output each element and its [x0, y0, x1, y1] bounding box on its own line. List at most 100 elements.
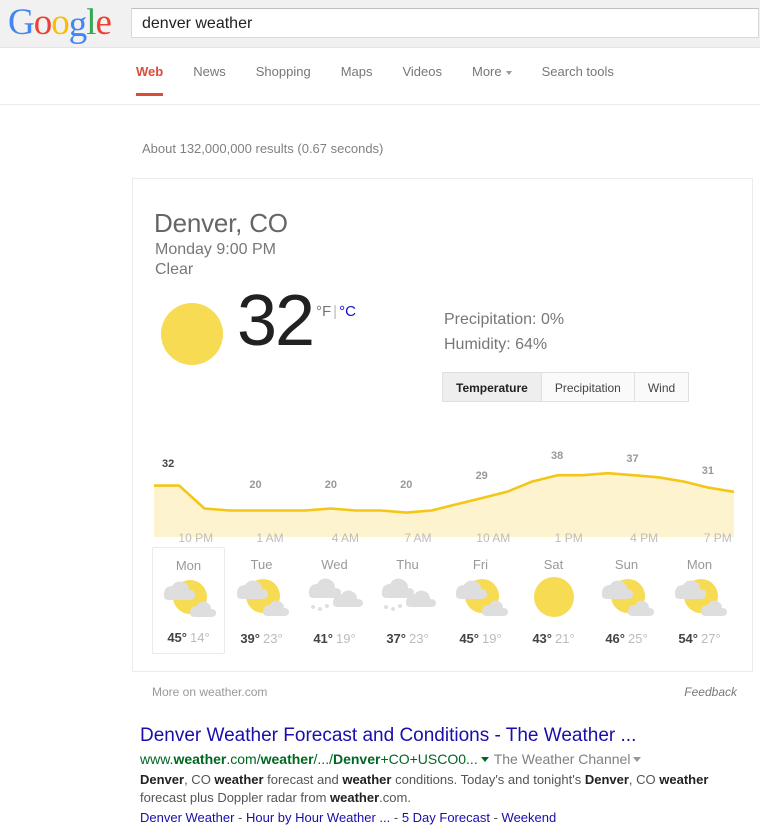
- forecast-day-fri-4[interactable]: Fri 45° 19°: [444, 547, 517, 654]
- url-segment: .com/: [226, 751, 261, 767]
- weather-card-footer: More on weather.com Feedback: [152, 685, 737, 701]
- snow-cloud-icon: [379, 575, 437, 619]
- daily-forecast-row: Mon 45° 14° Tue 39° 23° Wed 41° 19° Thu 37° 23° Fri 4…: [152, 547, 736, 654]
- chart-hour-tick: 10 PM: [178, 531, 214, 545]
- result-url[interactable]: www.weather.com/weather/.../Denver+CO+US…: [140, 751, 478, 767]
- snippet-segment: weather: [659, 772, 709, 787]
- tab-temperature[interactable]: Temperature: [442, 372, 542, 402]
- forecast-day-sat-5[interactable]: Sat 43° 21°: [517, 547, 590, 654]
- forecast-high: 39°: [240, 631, 260, 646]
- chart-point-label: 20: [400, 479, 413, 491]
- tab-search-tools[interactable]: Search tools: [542, 64, 614, 96]
- logo-letter-g1: G: [8, 2, 35, 43]
- chart-hour-tick: 4 AM: [331, 531, 360, 545]
- forecast-low: 23°: [409, 631, 429, 646]
- url-segment: weather: [173, 751, 227, 767]
- search-box[interactable]: [131, 8, 759, 39]
- tab-web[interactable]: Web: [136, 64, 164, 96]
- weather-condition: Clear: [155, 261, 194, 278]
- hourly-temperature-chart[interactable]: 32 20 20 20 29 38 37 31: [154, 445, 734, 545]
- snippet-segment: , CO: [628, 772, 660, 787]
- url-segment: /.../: [313, 751, 333, 767]
- logo-letter-o1: o: [33, 2, 52, 43]
- tab-news-label: News: [193, 64, 226, 79]
- tab-wind[interactable]: Wind: [634, 372, 690, 402]
- tab-videos[interactable]: Videos: [402, 64, 442, 96]
- unit-toggle[interactable]: °F | °C: [316, 303, 356, 320]
- tab-news[interactable]: News: [193, 64, 226, 96]
- forecast-day-name: Sun: [614, 557, 639, 572]
- forecast-high: 37°: [386, 631, 406, 646]
- snippet-segment: , CO: [184, 772, 215, 787]
- forecast-high: 54°: [678, 631, 698, 646]
- forecast-low: 21°: [555, 631, 575, 646]
- forecast-day-name: Fri: [472, 557, 489, 572]
- snippet-segment: .com.: [379, 790, 411, 805]
- result-sitelinks: Denver Weather - Hour by Hour Weather ..…: [140, 809, 750, 827]
- chart-point-label: 20: [324, 479, 338, 491]
- forecast-low: 23°: [263, 631, 283, 646]
- partly-cloudy-icon: [598, 575, 656, 619]
- feedback-link[interactable]: Feedback: [684, 685, 737, 699]
- snippet-segment: forecast plus Doppler radar from: [140, 790, 331, 805]
- forecast-day-tue-1[interactable]: Tue 39° 23°: [225, 547, 298, 654]
- result-source: The Weather Channel: [493, 751, 631, 767]
- chevron-down-icon: [505, 70, 512, 75]
- url-segment: Denver: [332, 751, 381, 767]
- forecast-high: 43°: [532, 631, 552, 646]
- more-on-weather-link[interactable]: More on weather.com: [152, 685, 267, 699]
- google-search-results-page: Google Web News Shopping Maps Videos Mor…: [0, 0, 760, 830]
- forecast-day-mon-0[interactable]: Mon 45° 14°: [152, 547, 225, 654]
- forecast-day-mon-7[interactable]: Mon 54° 27°: [663, 547, 736, 654]
- search-nav-items: Web News Shopping Maps Videos More Searc…: [136, 64, 644, 96]
- tab-videos-label: Videos: [402, 64, 442, 79]
- chart-point-label: 38: [550, 450, 564, 462]
- weather-location: Denver, CO: [154, 208, 288, 238]
- snippet-segment: weather: [214, 772, 264, 787]
- chart-point-label: 29: [475, 470, 488, 482]
- search-header: Google: [0, 0, 760, 48]
- tab-more[interactable]: More: [472, 64, 512, 96]
- chart-area-fill: [154, 473, 734, 537]
- forecast-low: 19°: [336, 631, 356, 646]
- tab-maps-label: Maps: [340, 64, 373, 79]
- weather-card: Denver, CO Monday 9:00 PM Clear 32 °F | °C…: [132, 178, 753, 672]
- tab-shopping[interactable]: Shopping: [256, 64, 311, 96]
- hourly-chart-svg: [154, 471, 734, 537]
- result-stats: About 132,000,000 results (0.67 seconds): [142, 141, 384, 156]
- chart-hour-tick: 7 PM: [703, 531, 732, 545]
- forecast-day-name: Mon: [686, 557, 713, 572]
- sitelink[interactable]: Hour by Hour Weather ...: [246, 810, 390, 825]
- tab-precipitation[interactable]: Precipitation: [541, 372, 635, 402]
- source-dropdown-icon[interactable]: [633, 757, 642, 763]
- forecast-day-thu-3[interactable]: Thu 37° 23°: [371, 547, 444, 654]
- precipitation-value: Precipitation: 0%: [444, 311, 565, 328]
- snow-cloud-icon: [306, 575, 364, 619]
- search-result: Denver Weather Forecast and Conditions -…: [140, 724, 750, 827]
- url-dropdown-icon[interactable]: [480, 757, 489, 763]
- sitelink[interactable]: Weekend: [502, 810, 557, 825]
- forecast-day-name: Tue: [250, 557, 273, 572]
- snippet-segment: forecast and: [263, 772, 343, 787]
- search-input[interactable]: [140, 9, 745, 39]
- logo-letter-l: l: [86, 2, 96, 43]
- partly-cloudy-icon: [233, 575, 291, 619]
- forecast-day-sun-6[interactable]: Sun 46° 25°: [590, 547, 663, 654]
- forecast-low: 19°: [482, 631, 502, 646]
- forecast-high: 45°: [459, 631, 479, 646]
- google-logo[interactable]: Google: [8, 2, 112, 45]
- forecast-day-name: Thu: [396, 557, 419, 572]
- sitelink[interactable]: Denver Weather: [140, 810, 234, 825]
- logo-letter-g2: g: [68, 4, 87, 45]
- sunny-icon: [525, 575, 583, 619]
- tab-shopping-label: Shopping: [255, 64, 311, 79]
- unit-fahrenheit[interactable]: °F: [316, 303, 331, 320]
- sitelink[interactable]: 5 Day Forecast: [402, 810, 490, 825]
- forecast-day-temps: 46° 25°: [590, 631, 663, 646]
- tab-maps[interactable]: Maps: [341, 64, 373, 96]
- result-title-link[interactable]: Denver Weather Forecast and Conditions -…: [140, 724, 750, 748]
- forecast-day-wed-2[interactable]: Wed 41° 19°: [298, 547, 371, 654]
- unit-celsius[interactable]: °C: [339, 303, 356, 320]
- chart-point-label: 37: [626, 453, 639, 465]
- logo-letter-e: e: [95, 2, 112, 43]
